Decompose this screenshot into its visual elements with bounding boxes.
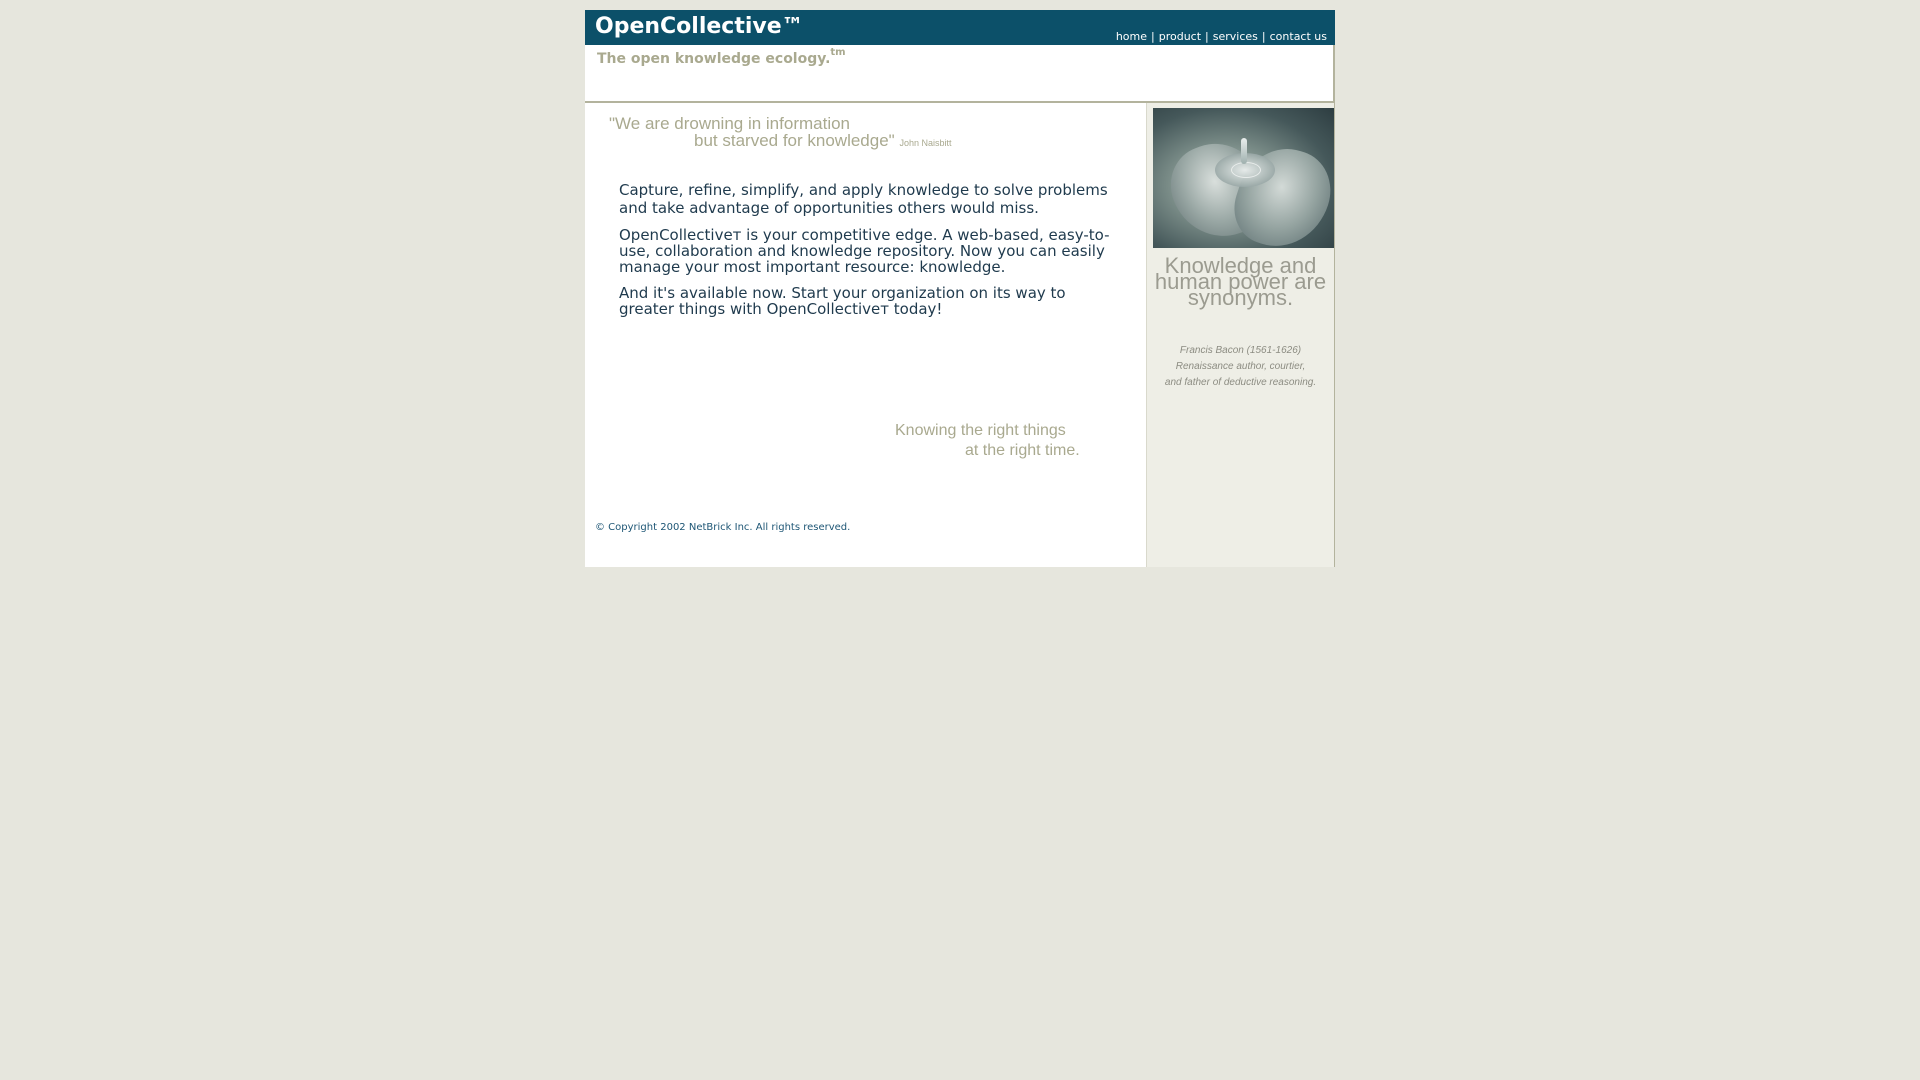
nav-product-link[interactable]: product — [1159, 30, 1201, 43]
nav-contact-link[interactable]: contact us — [1270, 30, 1327, 43]
attribution-line-1: Francis Bacon (1561-1626) — [1179, 345, 1302, 356]
header-bar: OpenCollective™ home | product | services | co… — [585, 10, 1335, 45]
sidebar: Knowledge and human power are synonyms. … — [1146, 103, 1334, 567]
nav-separator: | — [1151, 30, 1155, 43]
body-paragraph-2: OpenCollectiveт is your competitive edge… — [619, 226, 1110, 276]
knowing-line-1: Knowing the right things — [895, 422, 1066, 439]
water-ripple-shape — [1231, 162, 1261, 178]
main-quote: "We are drowning in information but star… — [609, 115, 951, 152]
quote-line-2-wrap: but starved for knowledge" John Naisbitt — [609, 132, 951, 152]
water-drop-shape — [1241, 138, 1247, 164]
knowing-slogan: Knowing the right things at the right ti… — [895, 421, 1080, 461]
body-copy: Capture, refine, simplify, and apply kno… — [619, 181, 1124, 327]
nav-separator: | — [1261, 30, 1266, 43]
sidebar-attribution: Francis Bacon (1561-1626) Renaissance au… — [1147, 343, 1334, 391]
nav-services-link[interactable]: services — [1213, 30, 1258, 43]
top-nav: home | product | services | contact us — [1116, 30, 1327, 43]
copyright-notice: © Copyright 2002 NetBrick Inc. All right… — [595, 522, 851, 533]
hands-water-photo — [1153, 108, 1334, 248]
sidebar-quote: Knowledge and human power are synonyms. — [1154, 253, 1327, 310]
nav-separator: | — [1205, 30, 1209, 43]
nav-home-link[interactable]: home — [1116, 30, 1147, 43]
page-container: OpenCollective™ home | product | services | co… — [585, 10, 1335, 567]
attribution-line-2: Renaissance author, courtier, — [1175, 361, 1306, 372]
tagline-trademark: tm — [830, 47, 846, 58]
body-paragraph-3: And it's available now. Start your organ… — [619, 284, 1066, 318]
knowing-line-2: at the right time. — [965, 442, 1080, 459]
attribution-line-3: and father of deductive reasoning. — [1164, 377, 1317, 388]
quote-line-1: "We are drowning in information — [609, 114, 851, 133]
quote-line-2: but starved for knowledge" — [694, 131, 895, 150]
quote-author: John Naisbitt — [899, 138, 952, 148]
site-logo[interactable]: OpenCollective™ — [595, 14, 804, 39]
tagline: The open knowledge ecology.tm — [597, 47, 846, 67]
tagline-text: The open knowledge ecology. — [597, 51, 831, 67]
body-paragraph-1: Capture, refine, simplify, and apply kno… — [619, 181, 1108, 217]
